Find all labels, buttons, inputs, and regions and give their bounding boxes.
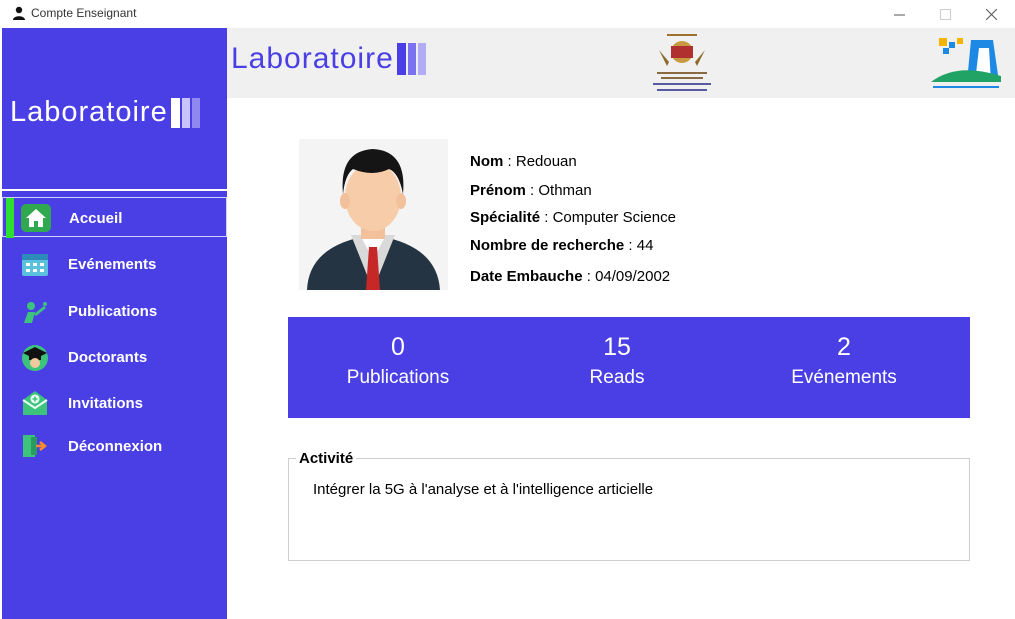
stats-panel: 0 Publications 15 Reads 2 Evénements [288,317,970,418]
stat-evenements: 2 Evénements [754,331,934,393]
window-title: Compte Enseignant [31,6,137,20]
maximize-icon [939,8,951,20]
logo-bars-icon [396,43,428,75]
prenom-label: Prénom [470,182,526,199]
header-logo: Laboratoire [231,42,428,76]
graduate-icon [22,345,48,371]
recherche-value: 44 [636,237,654,254]
close-icon [985,8,997,20]
minimize-button[interactable] [876,0,922,28]
logo-bars-icon [170,97,202,128]
envelope-icon [22,391,48,415]
activity-text: Intégrer la 5G à l'analyse et à l'intell… [313,481,654,498]
embauche-value: 04/09/2002 [595,268,671,285]
info-nom: Nom : Redouan [470,153,577,170]
sidebar-item-deconnexion[interactable]: Déconnexion [2,426,227,466]
avatar-icon [299,139,448,290]
stat-publications: 0 Publications [308,331,488,393]
info-specialite: Spécialité : Computer Science [470,209,676,226]
avatar [299,139,448,290]
publication-icon [24,302,47,323]
sidebar-item-label: Evénements [68,256,157,273]
stat-label: Evénements [791,367,897,388]
sidebar-item-label: Accueil [69,210,123,227]
sidebar-item-publications[interactable]: Publications [2,291,227,331]
specialite-value: Computer Science [552,209,676,226]
active-indicator [6,198,14,238]
sidebar-logo-text: Laboratoire [10,96,168,128]
stat-label: Reads [589,367,645,388]
sidebar-item-doctorants[interactable]: Doctorants [2,337,227,377]
logout-icon [23,435,48,457]
user-icon [13,6,25,20]
info-embauche: Date Embauche : 04/09/2002 [470,268,671,285]
prenom-value: Othman [538,182,592,199]
info-recherche: Nombre de recherche : 44 [470,237,654,254]
close-button[interactable] [968,0,1014,28]
calendar-icon [22,254,48,276]
recherche-label: Nombre de recherche [470,237,625,254]
specialite-label: Spécialité [470,209,541,226]
embauche-label: Date Embauche [470,268,583,285]
activity-group [288,458,970,561]
sidebar-item-accueil[interactable]: Accueil [2,197,227,238]
sidebar-item-invitations[interactable]: Invitations [2,383,227,423]
nom-value: Redouan [515,153,577,170]
stat-label: Publications [346,367,450,388]
home-icon [21,204,51,232]
activity-title: Activité [296,450,357,467]
info-prenom: Prénom : Othman [470,182,592,199]
sidebar-item-label: Déconnexion [68,438,163,455]
sidebar-item-label: Doctorants [68,349,148,366]
sidebar-item-evenements[interactable]: Evénements [2,244,227,284]
ministry-emblem-icon [653,34,711,91]
sidebar-logo: Laboratoire [10,96,202,129]
header-logo-text: Laboratoire [231,42,394,75]
title-bar: Compte Enseignant [0,0,1015,28]
stat-value: 2 [837,333,851,361]
school-logo-icon [931,38,1001,88]
sidebar-item-label: Publications [68,303,158,320]
sidebar-divider [2,189,227,191]
sidebar-item-label: Invitations [68,395,144,412]
header-banner: Laboratoire [227,28,1015,98]
stat-reads: 15 Reads [527,331,707,393]
stat-value: 15 [603,333,631,361]
nom-label: Nom [470,153,504,170]
sidebar: Laboratoire Accueil Evénements Publicati… [2,28,227,619]
maximize-button[interactable] [922,0,968,28]
stat-value: 0 [391,333,405,361]
minimize-icon [893,14,905,15]
